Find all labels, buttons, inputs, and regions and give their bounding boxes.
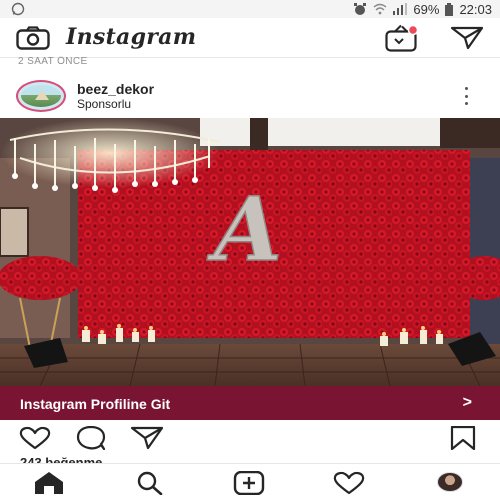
search-icon[interactable] <box>132 471 166 495</box>
chandelier-shape <box>0 118 221 193</box>
previous-post-timestamp: 2 SAAT ÖNCE <box>18 56 88 64</box>
more-options-icon[interactable] <box>458 87 474 105</box>
direct-message-icon[interactable] <box>450 26 484 50</box>
wifi-icon <box>373 3 387 15</box>
notification-dot <box>407 24 419 36</box>
igtv-icon[interactable] <box>385 24 419 52</box>
chevron-right-icon: > <box>462 394 472 411</box>
status-bar: 69% 22:03 <box>0 0 500 18</box>
status-icons: 69% 22:03 <box>353 1 492 17</box>
sponsored-label: Sponsorlu <box>77 97 132 111</box>
post-username[interactable]: beez_dekor <box>77 81 154 97</box>
whatsapp-icon <box>11 2 25 16</box>
bookmark-icon[interactable] <box>446 426 480 450</box>
avatar-logo-shape <box>35 90 49 100</box>
cta-label: Instagram Profiline Git <box>20 396 171 412</box>
alarm-icon <box>354 3 367 15</box>
signal-icon <box>393 3 408 15</box>
activity-heart-icon[interactable] <box>332 471 366 495</box>
post-header: beez_dekor Sponsorlu <box>0 72 500 118</box>
battery-percent: 69% <box>413 1 440 17</box>
clock: 22:03 <box>459 1 492 17</box>
bottom-nav <box>0 463 500 500</box>
home-icon[interactable] <box>32 471 66 495</box>
profile-cta-button[interactable]: Instagram Profiline Git > <box>0 386 500 420</box>
camera-icon[interactable] <box>16 26 50 50</box>
share-icon[interactable] <box>130 426 164 450</box>
author-avatar[interactable] <box>16 80 66 112</box>
app-header: Instagram <box>0 18 500 58</box>
post-actions <box>0 420 500 456</box>
photo-letter: A <box>207 177 282 281</box>
add-post-icon[interactable] <box>232 471 266 495</box>
likes-count[interactable]: 243 beğenme <box>20 456 102 463</box>
comment-icon[interactable] <box>74 426 108 450</box>
app-title: Instagram <box>66 24 197 50</box>
heart-icon[interactable] <box>18 426 52 450</box>
post-photo[interactable]: A <box>0 118 500 386</box>
profile-avatar[interactable] <box>437 472 463 492</box>
battery-icon <box>445 2 454 16</box>
